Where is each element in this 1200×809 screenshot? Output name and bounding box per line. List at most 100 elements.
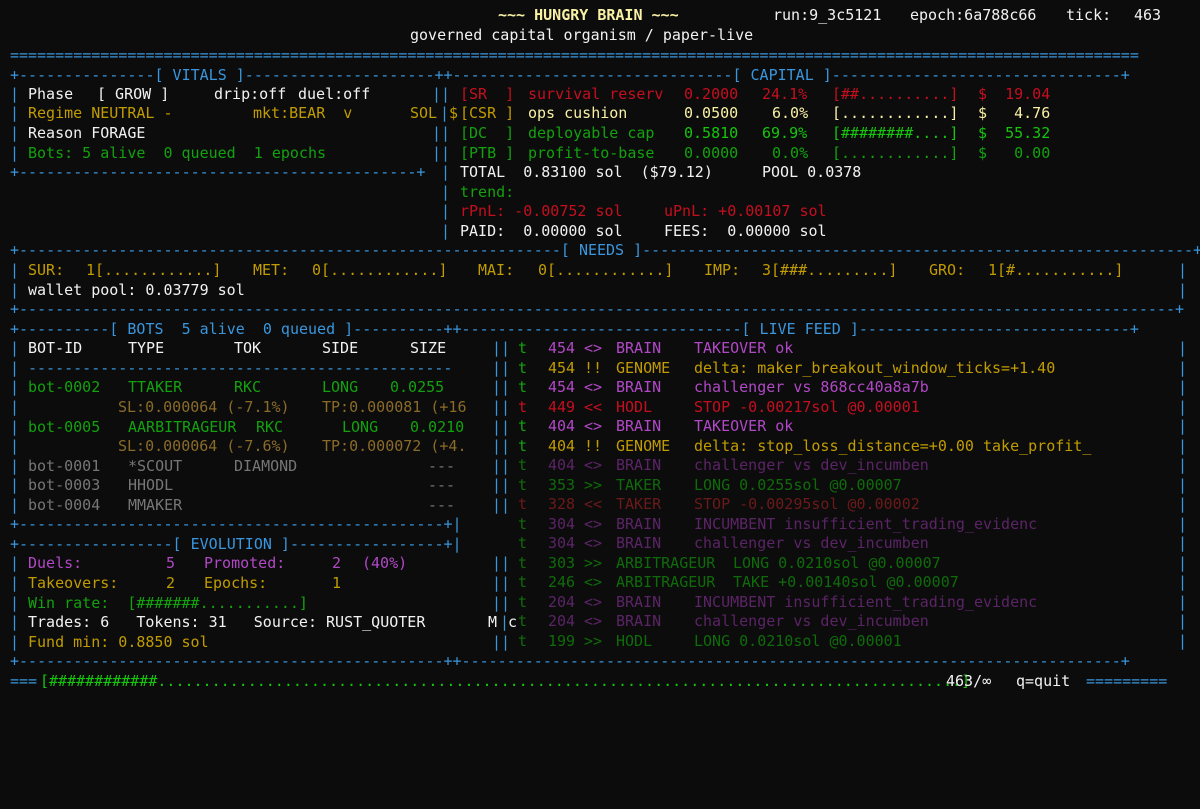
feed-row[interactable]: t 304 <> BRAIN INCUMBENT insufficient_tradin… [0, 515, 1200, 535]
feed-t: t [518, 358, 528, 377]
feed-row[interactable]: t 404!! GENOME delta: stop_loss_distance=+0… [0, 437, 1200, 457]
feed-row[interactable]: t 454!! GENOME delta: maker_breakout_window… [0, 359, 1200, 379]
feed-tick: 204 [548, 592, 576, 611]
feed-source: TAKER [616, 495, 662, 513]
feed-source: GENOME [616, 436, 671, 455]
vitals-row-reason: | Reason FORAGE || [DC ] deployable cap … [10, 124, 1051, 142]
footer-line: === [############.......................… [10, 672, 1168, 692]
feed-row[interactable]: t 404 <> BRAIN challenger vs dev_incumben | [0, 456, 1200, 476]
feed-row[interactable]: t 353 >> TAKER LONG 0.0255sol @0.00007 | [0, 476, 1200, 496]
feed-border: | [1178, 553, 1188, 572]
sol-label: SOL [410, 104, 438, 122]
feed-row[interactable]: t 303 >> ARBITRAGEUR LONG 0.0210sol @0.00007… [0, 554, 1200, 574]
feed-op: <> [584, 573, 603, 591]
feed-border: | [1178, 456, 1188, 474]
feed-t: t [518, 592, 528, 611]
feed-row[interactable]: t 304 <> BRAIN challenger vs dev_incumben | [0, 534, 1200, 554]
need-gro-label: GRO: [929, 261, 966, 279]
feed-border: | [1178, 436, 1188, 455]
feed-op: <> [584, 417, 603, 435]
capital-usd-dc: $ 55.32 [978, 124, 1051, 142]
tick-value: 463 [1134, 6, 1162, 24]
terminal-screen: ~~~ HUNGRY BRAIN ~~~ run:9_3c5121 epoch:… [0, 0, 1200, 697]
feed-op: <> [584, 514, 603, 533]
feed-op: <> [584, 378, 603, 396]
feed-message: delta: stop_loss_distance=+0.00 take_pro… [694, 436, 1092, 455]
feed-t: t [518, 417, 528, 435]
feed-t: t [518, 534, 528, 552]
feed-op: << [584, 495, 603, 513]
feed-t: t [518, 436, 528, 455]
capital-code-ptb: [PTB ] [460, 144, 515, 162]
feed-op: <> [584, 456, 603, 474]
fees-value: FEES: 0.00000 sol [664, 222, 827, 240]
feed-row[interactable]: t 328 << TAKER STOP -0.00295sol @0.00002 | [0, 495, 1200, 515]
feed-tick: 353 [548, 475, 576, 494]
feed-source: BRAIN [616, 417, 662, 435]
feed-t: t [518, 573, 528, 591]
capital-pnl-row: | rPnL: -0.00752 sol uPnL: +0.00107 sol [441, 202, 827, 220]
tick-label: tick: [1066, 6, 1112, 24]
feed-op: <> [584, 534, 603, 552]
feed-tick: 204 [548, 612, 576, 630]
feed-t: t [518, 475, 528, 494]
feed-op: >> [584, 553, 603, 572]
capital-pool: POOL 0.0378 [762, 163, 862, 181]
feed-op: <> [584, 592, 603, 611]
feed-source: BRAIN [616, 592, 662, 611]
need-sur-value: 1[............] [86, 261, 222, 279]
vitals-top-border: +---------------[ VITALS ]--------------… [10, 66, 1130, 84]
quit-hint[interactable]: q=quit [1016, 672, 1070, 692]
feed-op: >> [584, 631, 603, 650]
feed-source: BRAIN [616, 534, 662, 552]
capital-total: TOTAL 0.83100 sol ($79.12) [460, 163, 713, 181]
capital-bar-sr: [##..........] [832, 85, 959, 103]
regime-value: Regime NEUTRAL - [28, 104, 173, 122]
feed-op: <> [584, 612, 603, 630]
capital-usd-csr: $ 4.76 [978, 104, 1051, 122]
capital-bar-csr: [............] [832, 104, 959, 122]
header-divider: ========================================… [10, 46, 1139, 64]
need-mai-label: MAI: [478, 261, 515, 279]
feed-row[interactable]: t 449 << HODL STOP -0.00217sol @0.00001 | [0, 398, 1200, 418]
paid-value: PAID: 0.00000 sol [460, 222, 623, 240]
feed-source: ARBITRAGEUR [616, 553, 716, 572]
need-mai-value: 0[............] [538, 261, 674, 279]
vitals-row-bots: | Bots: 5 alive 0 queued 1 epochs || [PT… [10, 144, 1051, 162]
need-imp-label: IMP: [704, 261, 741, 279]
capital-name-csr: ops cushion [528, 104, 628, 122]
feed-t: t [518, 631, 528, 650]
feed-message: challenger vs dev_incumben [694, 612, 929, 630]
capital-value-sr: 0.2000 [684, 85, 739, 103]
need-met-label: MET: [253, 261, 290, 279]
drip-status: drip:off [214, 85, 287, 103]
feed-row[interactable]: t 454 <> BRAIN challenger vs 868cc40a8a7b | [0, 378, 1200, 398]
feed-row[interactable]: t 246 <> ARBITRAGEUR TAKE +0.00140sol @0.000… [0, 573, 1200, 593]
feed-t: t [518, 378, 528, 396]
feed-message: INCUMBENT insufficient_trading_evidenc [694, 514, 1038, 533]
feed-t: t [518, 456, 528, 474]
capital-bar-dc: [########....] [832, 124, 959, 142]
feed-row[interactable]: t 204 <> BRAIN challenger vs dev_incumben | [0, 612, 1200, 632]
feed-row[interactable]: t 204 <> BRAIN INCUMBENT insufficient_tradin… [0, 593, 1200, 613]
duel-status: duel:off [298, 85, 371, 103]
capital-usd-sr: $ 19.04 [978, 85, 1051, 103]
feed-tick: 404 [548, 456, 576, 474]
feed-row[interactable]: t 404 <> BRAIN TAKEOVER ok | [0, 417, 1200, 437]
feed-message: STOP -0.00295sol @0.00002 [694, 495, 920, 513]
capital-value-dc: 0.5810 [684, 124, 739, 142]
feed-t: t [518, 397, 528, 416]
capital-name-dc: deployable cap [528, 124, 655, 142]
needs-row: | SUR: 1[............] MET: 0[..........… [10, 261, 1188, 279]
feed-t: t [518, 553, 528, 572]
realized-pnl: rPnL: -0.00752 sol [460, 202, 623, 220]
feed-source: HODL [616, 397, 653, 416]
feed-row[interactable]: t 199 >> HODL LONG 0.0210sol @0.00001 | [0, 632, 1200, 652]
capital-value-ptb: 0.0000 [684, 144, 739, 162]
feed-source: HODL [616, 631, 653, 650]
wallet-row: | wallet pool: 0.03779 sol | [10, 281, 1188, 299]
feed-message: challenger vs dev_incumben [694, 534, 929, 552]
feed-source: ARBITRAGEUR [616, 573, 716, 591]
needs-bottom-border: +---------------------------------------… [10, 300, 1184, 318]
capital-pct-dc: 69.9% [762, 124, 808, 142]
